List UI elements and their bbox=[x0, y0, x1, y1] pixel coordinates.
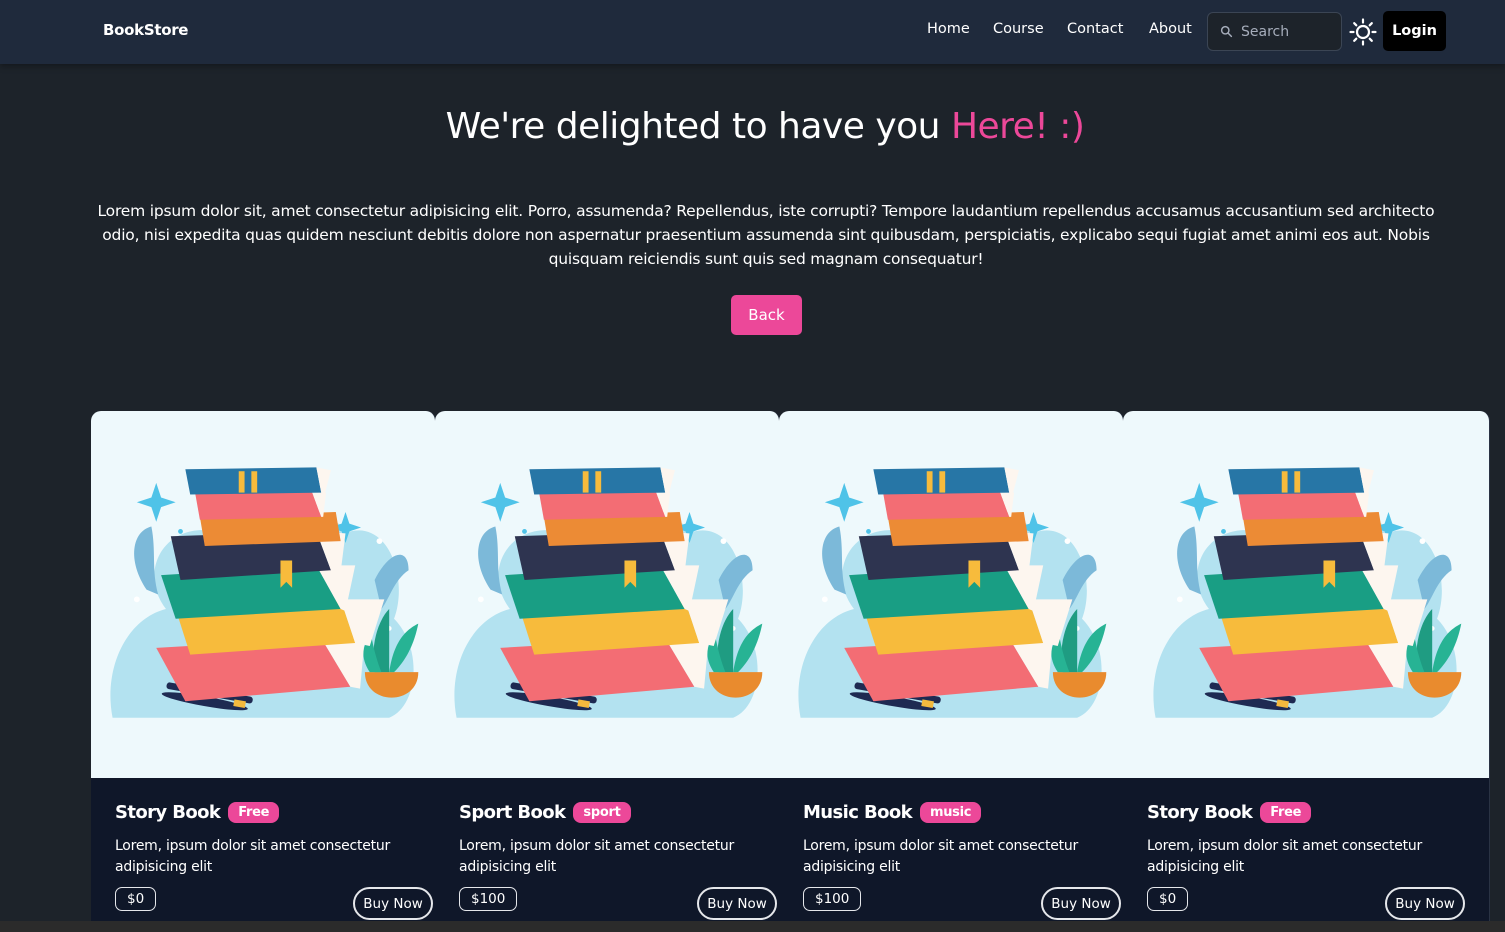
card-price: $0 bbox=[1147, 887, 1189, 911]
sun-icon bbox=[1349, 18, 1377, 46]
card-title: Music Book bbox=[803, 802, 913, 823]
search-box[interactable] bbox=[1207, 12, 1342, 51]
card-price: $100 bbox=[803, 887, 862, 911]
search-icon bbox=[1220, 25, 1234, 39]
card-title-row: Music Book music bbox=[803, 802, 982, 823]
card-description: Lorem, ipsum dolor sit amet consectetur … bbox=[115, 838, 390, 875]
hero-description: Lorem ipsum dolor sit, amet consectetur … bbox=[97, 202, 1435, 268]
card-badge: Free bbox=[228, 802, 280, 823]
buy-now-button[interactable]: Buy Now bbox=[1385, 887, 1465, 920]
book-card[interactable]: Sport Book sport Lorem, ipsum dolor sit … bbox=[435, 411, 780, 932]
book-stack-illustration bbox=[779, 411, 1123, 778]
card-title: Story Book bbox=[1147, 802, 1253, 823]
hero-title-accent: Here! :) bbox=[950, 106, 1085, 147]
card-title: Sport Book bbox=[459, 802, 566, 823]
nav-link-contact[interactable]: Contact bbox=[1067, 21, 1123, 37]
card-badge: sport bbox=[573, 802, 631, 823]
card-price: $0 bbox=[115, 887, 157, 911]
book-card[interactable]: Story Book Free Lorem, ipsum dolor sit a… bbox=[91, 411, 436, 932]
buy-now-button[interactable]: Buy Now bbox=[353, 887, 433, 920]
card-description: Lorem, ipsum dolor sit amet consectetur … bbox=[1147, 838, 1422, 875]
nav-link-course[interactable]: Course bbox=[993, 21, 1044, 37]
card-title: Story Book bbox=[115, 802, 221, 823]
card-badge: Free bbox=[1260, 802, 1312, 823]
book-stack-illustration bbox=[1123, 411, 1489, 778]
book-card[interactable]: Story Book Free Lorem, ipsum dolor sit a… bbox=[1123, 411, 1490, 932]
nav-link-about[interactable]: About bbox=[1149, 21, 1192, 37]
hero-title-text: We're delighted to have you bbox=[445, 106, 941, 147]
card-price: $100 bbox=[459, 887, 518, 911]
hero-title: We're delighted to have you Here! :) bbox=[0, 106, 1505, 147]
brand-logo[interactable]: BookStore bbox=[103, 21, 188, 39]
back-button[interactable]: Back bbox=[731, 295, 802, 335]
card-title-row: Story Book Free bbox=[1147, 802, 1312, 823]
nav-link-home[interactable]: Home bbox=[927, 21, 970, 37]
book-stack-illustration bbox=[435, 411, 779, 778]
card-title-row: Story Book Free bbox=[115, 802, 280, 823]
buy-now-button[interactable]: Buy Now bbox=[1041, 887, 1121, 920]
card-badge: music bbox=[919, 802, 982, 823]
book-card[interactable]: Music Book music Lorem, ipsum dolor sit … bbox=[779, 411, 1124, 932]
card-description: Lorem, ipsum dolor sit amet consectetur … bbox=[803, 838, 1078, 875]
theme-toggle[interactable] bbox=[1348, 17, 1378, 47]
window-bottom-edge bbox=[0, 921, 1505, 932]
book-stack-illustration bbox=[91, 411, 435, 778]
buy-now-button[interactable]: Buy Now bbox=[697, 887, 777, 920]
card-title-row: Sport Book sport bbox=[459, 802, 631, 823]
login-button[interactable]: Login bbox=[1383, 11, 1446, 51]
search-input[interactable] bbox=[1241, 23, 1336, 40]
card-description: Lorem, ipsum dolor sit amet consectetur … bbox=[459, 838, 734, 875]
navbar: BookStore Home Course Contact About Logi… bbox=[0, 0, 1505, 64]
